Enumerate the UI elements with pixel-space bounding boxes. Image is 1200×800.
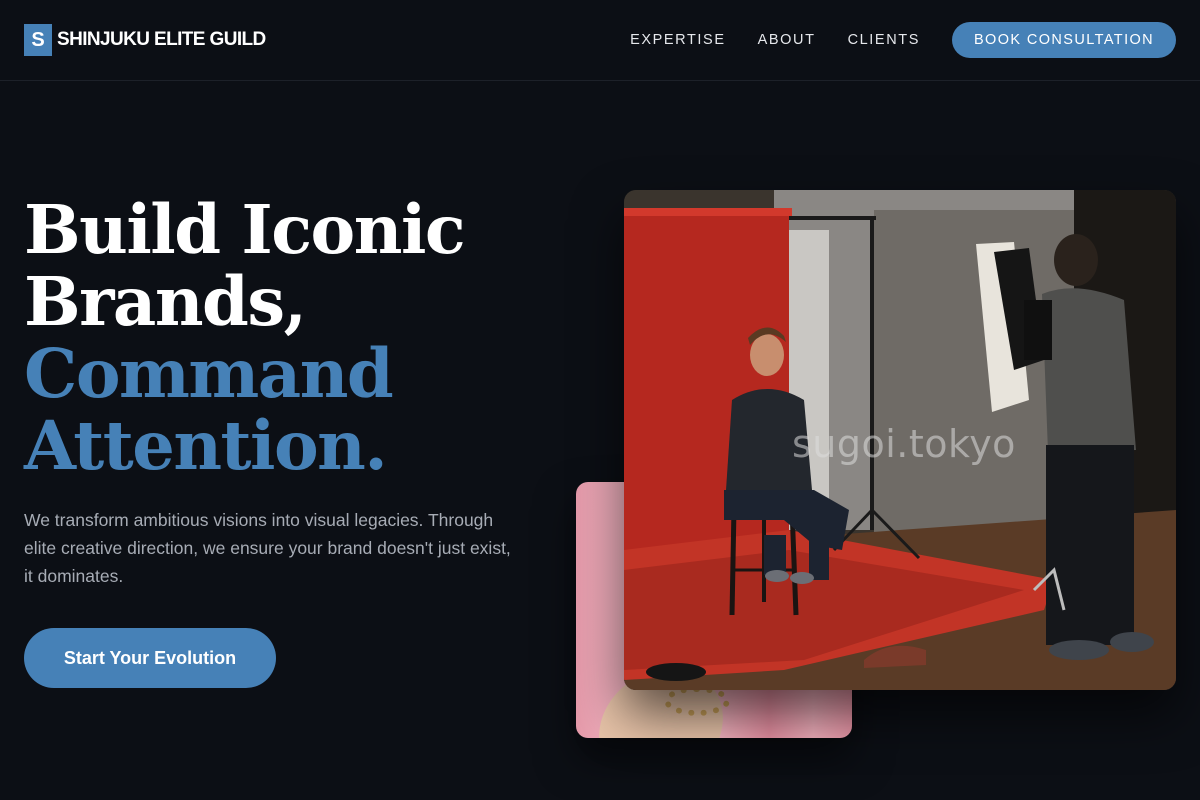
hero-title-line-4: Attention. [24,406,388,485]
site-header: S SHINJUKU ELITE GUILD EXPERTISE ABOUT C… [0,0,1200,81]
nav-link-clients[interactable]: CLIENTS [848,32,920,48]
book-consultation-button[interactable]: BOOK CONSULTATION [952,22,1176,58]
brand-logo[interactable]: S SHINJUKU ELITE GUILD [24,24,266,56]
logo-mark: S [24,24,52,56]
main-nav: EXPERTISE ABOUT CLIENTS BOOK CONSULTATIO… [630,22,1176,58]
nav-link-expertise[interactable]: EXPERTISE [630,32,726,48]
hero-description: We transform ambitious visions into visu… [24,510,511,586]
start-evolution-button[interactable]: Start Your Evolution [24,628,276,688]
photo-watermark: sugoi.tokyo [792,422,1016,466]
studio-photo: sugoi.tokyo [624,190,1176,690]
photo-bracelet [664,686,730,716]
nav-link-about[interactable]: ABOUT [758,32,816,48]
hero-title-line-2: Brands, [24,262,307,341]
brand-name: SHINJUKU ELITE GUILD [57,29,266,50]
hero-title: Build Iconic Brands, Command Attention. [24,194,564,482]
hero-title-line-3: Command [24,334,394,413]
hero-title-line-1: Build Iconic [24,190,466,269]
